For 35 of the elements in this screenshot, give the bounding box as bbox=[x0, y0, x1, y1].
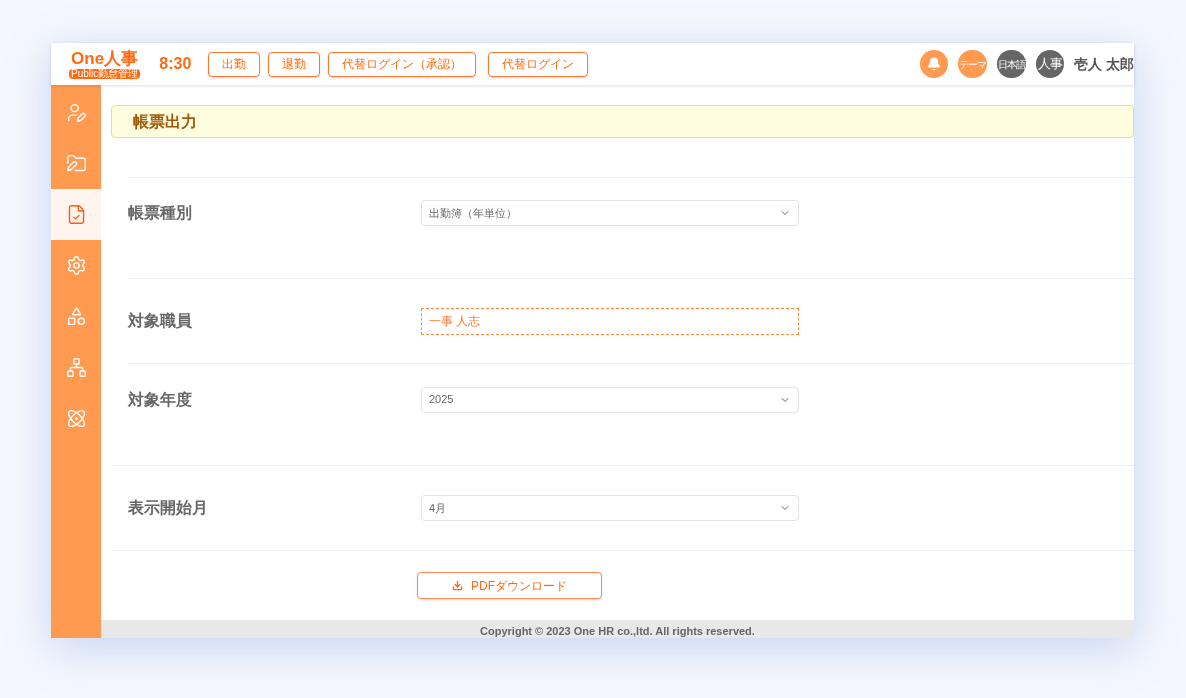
field-label: 対象職員 bbox=[128, 311, 193, 331]
copyright-text: Copyright © 2023 One HR co.,ltd. All rights reserved. bbox=[480, 626, 755, 638]
logo-subtitle: Public勤怠管理 bbox=[69, 68, 141, 79]
gear-icon bbox=[65, 255, 87, 276]
select-field[interactable]: 4月 bbox=[421, 495, 799, 521]
download-icon bbox=[452, 580, 463, 591]
header-button[interactable]: 出勤 bbox=[208, 51, 261, 77]
circle-button[interactable]: テーマ bbox=[958, 50, 988, 78]
folder-edit-icon bbox=[65, 153, 87, 174]
staff-picker-field[interactable]: 一事 人志 bbox=[421, 307, 799, 335]
header-button[interactable]: 代替ログイン（承認） bbox=[328, 51, 477, 77]
select-value: 2025 bbox=[429, 392, 454, 408]
header-button[interactable]: 退勤 bbox=[268, 51, 321, 77]
user-name[interactable]: 壱人 太郎 bbox=[1074, 53, 1134, 75]
select-field[interactable]: 2025 bbox=[421, 386, 799, 413]
field-label: 表示開始月 bbox=[127, 498, 209, 518]
select-field[interactable]: 出勤簿（年単位） bbox=[421, 200, 799, 226]
header-button[interactable]: 代替ログイン bbox=[488, 51, 589, 77]
clock-time: 8:30 bbox=[159, 54, 192, 74]
sidebar-item[interactable] bbox=[51, 189, 101, 240]
circle-button[interactable]: 日本語 bbox=[997, 50, 1027, 78]
network-icon bbox=[65, 357, 87, 378]
atom-icon bbox=[65, 408, 87, 429]
logo-title: One人事 bbox=[71, 49, 139, 67]
field-label: 帳票種別 bbox=[128, 203, 193, 223]
select-value: 出勤簿（年単位） bbox=[429, 205, 517, 221]
circle-button[interactable]: 人事 bbox=[1036, 50, 1065, 78]
notification-button[interactable] bbox=[920, 50, 949, 78]
page-title: 帳票出力 bbox=[133, 111, 197, 132]
shapes-icon bbox=[65, 306, 87, 327]
select-value: 4月 bbox=[429, 500, 447, 516]
user-edit-icon bbox=[65, 102, 87, 123]
pdf-download-button[interactable]: PDFダウンロード bbox=[417, 572, 602, 599]
bell-icon bbox=[927, 57, 942, 71]
field-label: 対象年度 bbox=[128, 389, 193, 410]
